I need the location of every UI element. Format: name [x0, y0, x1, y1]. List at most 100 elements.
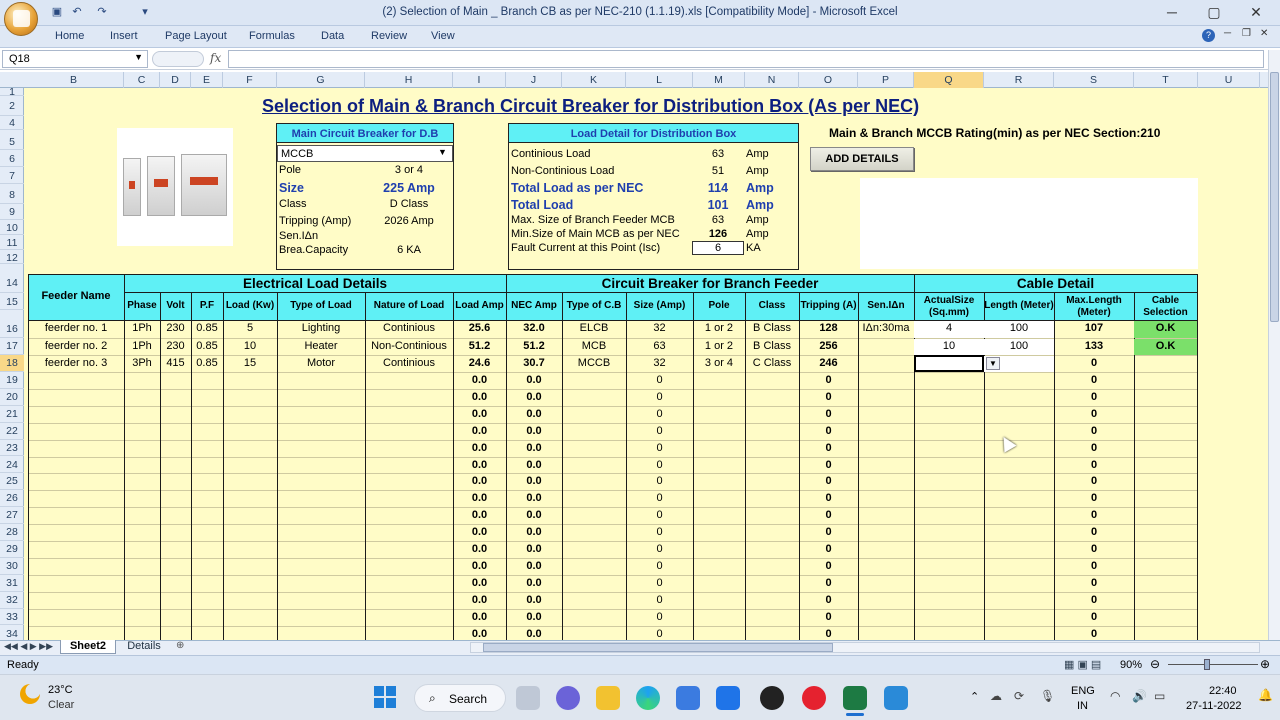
row-header[interactable]: 20 — [0, 389, 24, 406]
office-button[interactable] — [4, 2, 38, 36]
row-header[interactable]: 33 — [0, 609, 24, 626]
column-header[interactable]: E — [191, 72, 223, 88]
insert-function-icon[interactable]: fx — [210, 51, 221, 65]
row-header[interactable]: 1 — [0, 87, 24, 97]
worksheet[interactable]: Selection of Main & Branch Circuit Break… — [24, 88, 1268, 640]
ribbon-minimize-icon[interactable]: ─ — [1224, 28, 1231, 39]
sheet-nav-icons[interactable]: ◀◀ ◀ ▶ ▶▶ — [4, 641, 53, 652]
row-header[interactable]: 19 — [0, 372, 24, 389]
paint-icon[interactable] — [884, 686, 908, 710]
row-header[interactable]: 24 — [0, 457, 24, 474]
chat-icon[interactable] — [556, 686, 580, 710]
excel-icon[interactable] — [843, 686, 867, 710]
row-header[interactable]: 31 — [0, 575, 24, 592]
column-header[interactable]: T — [1134, 72, 1198, 88]
cell-name[interactable]: feerder no. 3 — [28, 357, 124, 369]
row-header[interactable]: 30 — [0, 558, 24, 575]
ribbon-restore-icon[interactable]: ❐ — [1242, 28, 1251, 39]
dropbox-icon[interactable] — [716, 686, 740, 710]
zoom-slider[interactable] — [1168, 664, 1258, 665]
wifi-icon[interactable]: ◠ — [1110, 689, 1120, 703]
clock-time[interactable]: 22:40 — [1209, 685, 1237, 697]
formula-input[interactable] — [228, 50, 1264, 68]
tab-home[interactable]: Home — [55, 30, 84, 42]
column-header[interactable]: D — [160, 72, 191, 88]
tray-chevron-icon[interactable]: ⌃ — [970, 690, 979, 703]
cell-actual[interactable]: 4 — [914, 321, 984, 338]
row-header[interactable]: 8 — [0, 186, 24, 204]
row-header[interactable]: 7 — [0, 168, 24, 184]
volume-icon[interactable]: 🔊 — [1132, 689, 1147, 703]
windows-start-icon[interactable] — [374, 686, 396, 708]
zoom-out-icon[interactable]: ⊖ — [1150, 657, 1160, 671]
language-region[interactable]: IN — [1077, 700, 1088, 712]
column-header[interactable]: L — [626, 72, 693, 88]
row-header[interactable]: 17 — [0, 338, 24, 355]
column-header[interactable]: Q — [914, 72, 984, 88]
column-header[interactable]: G — [277, 72, 365, 88]
row-header[interactable]: 27 — [0, 507, 24, 525]
row-header[interactable]: 2 — [0, 96, 24, 116]
view-buttons-icon[interactable]: ▦ ▣ ▤ — [1064, 658, 1101, 671]
tab-formulas[interactable]: Formulas — [249, 30, 295, 42]
tab-sheet2[interactable]: Sheet2 — [60, 640, 116, 654]
column-header[interactable]: B — [24, 72, 124, 88]
notification-bell-icon[interactable]: 🔔 — [1258, 688, 1273, 702]
selected-cell[interactable] — [914, 355, 984, 372]
row-header[interactable]: 12 — [0, 252, 24, 264]
store-icon[interactable] — [676, 686, 700, 710]
row-header[interactable]: 25 — [0, 473, 24, 491]
tab-insert[interactable]: Insert — [110, 30, 138, 42]
row-header[interactable]: 6 — [0, 151, 24, 167]
load-detail-value[interactable]: 6 — [692, 242, 744, 254]
tab-review[interactable]: Review — [371, 30, 407, 42]
column-header[interactable]: R — [984, 72, 1054, 88]
row-header[interactable]: 32 — [0, 592, 24, 609]
minimize-icon[interactable]: ─ — [1152, 0, 1192, 26]
column-header[interactable]: P — [858, 72, 914, 88]
row-header[interactable]: 28 — [0, 524, 24, 541]
column-header[interactable]: J — [506, 72, 562, 88]
tab-details[interactable]: Details — [120, 640, 168, 654]
cell-dropdown-button[interactable]: ▼ — [986, 357, 1000, 370]
workbook-close-icon[interactable]: ✕ — [1260, 28, 1268, 39]
column-header[interactable]: H — [365, 72, 453, 88]
cell-name[interactable]: feerder no. 2 — [28, 340, 124, 352]
h-scroll-thumb[interactable] — [483, 643, 833, 652]
row-header[interactable]: 16 — [0, 320, 24, 338]
column-header[interactable]: S — [1054, 72, 1134, 88]
zoom-level[interactable]: 90% — [1120, 659, 1142, 671]
row-header[interactable]: 22 — [0, 423, 24, 440]
column-header[interactable]: N — [745, 72, 799, 88]
chatgpt-icon[interactable] — [760, 686, 784, 710]
task-view-icon[interactable] — [516, 686, 540, 710]
column-header[interactable]: C — [124, 72, 160, 88]
sync-icon[interactable]: ⟳ — [1014, 689, 1024, 703]
weather-text[interactable]: Clear — [48, 699, 74, 711]
tab-data[interactable]: Data — [321, 30, 344, 42]
row-header[interactable]: 21 — [0, 406, 24, 423]
microphone-icon[interactable]: 🎙 — [1040, 689, 1055, 703]
file-explorer-icon[interactable] — [596, 686, 620, 710]
cb-type-select[interactable]: MCCB ▼ — [277, 145, 453, 162]
row-header[interactable]: 4 — [0, 116, 24, 130]
zoom-in-icon[interactable]: ⊕ — [1260, 657, 1270, 671]
column-header[interactable]: U — [1198, 72, 1260, 88]
tab-view[interactable]: View — [431, 30, 455, 42]
row-header[interactable]: 15 — [0, 294, 24, 310]
row-header[interactable]: 10 — [0, 221, 24, 235]
network-cloud-icon[interactable]: ☁ — [990, 689, 1002, 703]
name-box[interactable]: Q18 ▼ — [2, 50, 148, 68]
row-header[interactable]: 29 — [0, 541, 24, 558]
row-header[interactable]: 23 — [0, 440, 24, 457]
cell-actual[interactable]: 10 — [914, 339, 984, 355]
edge-icon[interactable] — [636, 686, 660, 710]
column-header[interactable]: I — [453, 72, 506, 88]
row-header[interactable]: 18 — [0, 355, 24, 372]
column-header[interactable]: O — [799, 72, 858, 88]
cell-length[interactable]: 100 — [984, 321, 1054, 338]
row-header[interactable]: 5 — [0, 134, 24, 150]
row-header[interactable]: 26 — [0, 490, 24, 508]
row-header[interactable]: 9 — [0, 204, 24, 220]
moon-weather-icon[interactable] — [20, 684, 40, 704]
